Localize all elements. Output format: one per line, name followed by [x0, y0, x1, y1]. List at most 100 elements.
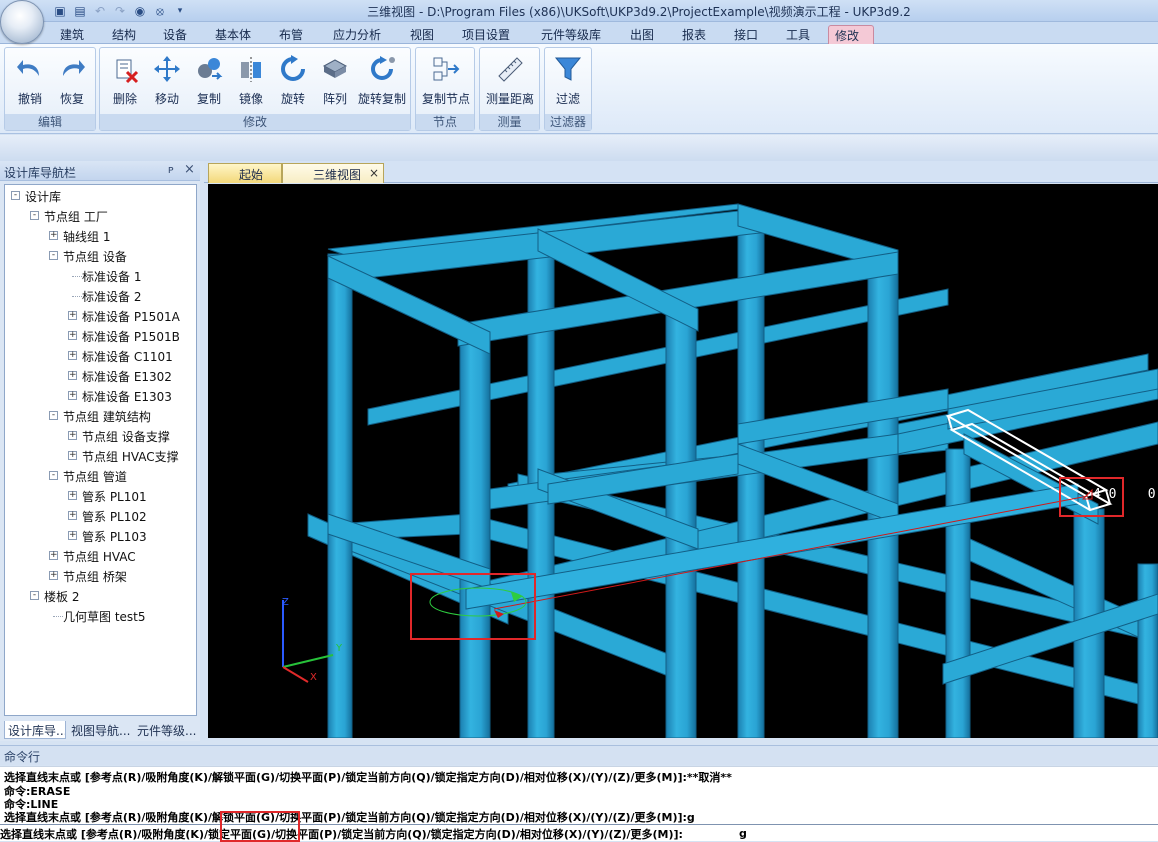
tab-equipment[interactable]: 设备: [157, 25, 193, 44]
expand-icon[interactable]: +: [49, 231, 58, 240]
tree-connector: [53, 616, 63, 617]
expand-icon[interactable]: +: [68, 511, 77, 520]
delete-button[interactable]: 删除: [106, 52, 144, 108]
tree-node[interactable]: + 标准设备 E1303: [5, 387, 195, 405]
tab-stress-analysis[interactable]: 应力分析: [327, 25, 387, 44]
tab-architecture[interactable]: 建筑: [54, 25, 90, 44]
tree-node[interactable]: + 节点组 桥架: [5, 567, 195, 585]
tab-view-navigator[interactable]: 视图导航...: [68, 721, 132, 739]
tree-node[interactable]: + 轴线组 1: [5, 227, 195, 245]
tree-node[interactable]: - 节点组 建筑结构: [5, 407, 195, 425]
3d-viewport[interactable]: Z Y X 4 0 0: [208, 184, 1158, 738]
collapse-icon[interactable]: -: [49, 251, 58, 260]
tree-node[interactable]: + 标准设备 P1501A: [5, 307, 195, 325]
tab-piping[interactable]: 布管: [273, 25, 309, 44]
expand-icon[interactable]: +: [68, 531, 77, 540]
close-icon[interactable]: ×: [369, 166, 379, 180]
tree-node[interactable]: + 节点组 设备支撑: [5, 427, 195, 445]
rotate-copy-button[interactable]: 旋转复制: [358, 52, 406, 108]
command-line-header: 命令行: [0, 745, 1158, 765]
pin-icon[interactable]: ᴩ: [168, 163, 174, 176]
tree-node[interactable]: 几何草图 test5: [5, 607, 195, 625]
copy-node-button[interactable]: 复制节点: [420, 52, 472, 108]
tree-node[interactable]: - 设计库: [5, 187, 195, 205]
expand-icon[interactable]: +: [68, 451, 77, 460]
expand-icon[interactable]: +: [49, 551, 58, 560]
tab-view[interactable]: 视图: [404, 25, 440, 44]
command-line-title: 命令行: [4, 750, 41, 764]
tree-node-label: 节点组 桥架: [63, 570, 127, 584]
tree-node[interactable]: - 楼板 2: [5, 587, 195, 605]
expand-icon[interactable]: +: [68, 351, 77, 360]
group-measure: 测量距离 测量: [479, 47, 540, 131]
tree-node[interactable]: - 节点组 工厂: [5, 207, 195, 225]
document-tabs: 起始页 三维视图×: [204, 161, 1158, 199]
copy-icon: [198, 58, 223, 80]
close-icon[interactable]: ×: [184, 162, 195, 177]
redo-button[interactable]: 恢复: [53, 52, 91, 108]
undo-button[interactable]: 撤销: [11, 52, 49, 108]
expand-icon[interactable]: +: [68, 431, 77, 440]
array-button[interactable]: 阵列: [316, 52, 354, 108]
tree-node-label: 几何草图 test5: [63, 610, 146, 624]
filter-button[interactable]: 过滤: [549, 52, 587, 108]
collapse-icon[interactable]: -: [49, 471, 58, 480]
tree-node-label: 节点组 设备: [63, 250, 127, 264]
tab-primitives[interactable]: 基本体: [209, 25, 257, 44]
axis-x-label: X: [310, 672, 317, 683]
tab-component-library[interactable]: 元件等级库: [535, 25, 607, 44]
tab-project-settings[interactable]: 项目设置: [456, 25, 516, 44]
group-measure-label: 测量: [480, 114, 539, 130]
tree-connector: [72, 276, 82, 277]
tree-node-label: 标准设备 E1303: [82, 390, 172, 404]
tab-drawing[interactable]: 出图: [624, 25, 660, 44]
command-input[interactable]: [737, 825, 1158, 841]
tab-3d-view[interactable]: 三维视图 ×: [282, 163, 384, 183]
tree-node[interactable]: + 标准设备 E1302: [5, 367, 195, 385]
group-node: 复制节点 节点: [415, 47, 475, 131]
tree-node[interactable]: + 管系 PL103: [5, 527, 195, 545]
highlight-box-start: [410, 573, 536, 640]
tab-component-grade[interactable]: 元件等级...: [134, 721, 198, 739]
expand-icon[interactable]: +: [68, 391, 77, 400]
copy-button[interactable]: 复制: [190, 52, 228, 108]
tree-node-label: 标准设备 P1501B: [82, 330, 180, 344]
history-line: 选择直线末点或 [参考点(R)/吸附角度(K)/解锁平面(G)/切换平面(P)/…: [4, 811, 695, 824]
navigator-title: 设计库导航栏: [4, 166, 77, 180]
measure-distance-button[interactable]: 测量距离: [484, 52, 536, 108]
expand-icon[interactable]: +: [68, 491, 77, 500]
collapse-icon[interactable]: -: [49, 411, 58, 420]
tree-node[interactable]: + 节点组 HVAC支撑: [5, 447, 195, 465]
tree-node[interactable]: - 节点组 设备: [5, 247, 195, 265]
tab-modify[interactable]: 修改: [828, 25, 874, 44]
tree-node[interactable]: + 节点组 HVAC: [5, 547, 195, 565]
expand-icon[interactable]: +: [68, 331, 77, 340]
tree-node-label: 节点组 设备支撑: [82, 430, 170, 444]
tab-design-library[interactable]: 设计库导...: [4, 721, 66, 739]
mirror-button[interactable]: 镜像: [232, 52, 270, 108]
collapse-icon[interactable]: -: [30, 211, 39, 220]
tree-node[interactable]: 标准设备 1: [5, 267, 195, 285]
tree-node[interactable]: + 管系 PL101: [5, 487, 195, 505]
move-button[interactable]: 移动: [148, 52, 186, 108]
collapse-icon[interactable]: -: [30, 591, 39, 600]
application-menu-button[interactable]: [0, 0, 44, 44]
tree-node[interactable]: + 标准设备 P1501B: [5, 327, 195, 345]
tree-node-label: 标准设备 2: [82, 290, 142, 304]
tab-start-page[interactable]: 起始页: [208, 163, 282, 199]
tab-reports[interactable]: 报表: [676, 25, 712, 44]
tree-node-label: 轴线组 1: [63, 230, 111, 244]
expand-icon[interactable]: +: [68, 371, 77, 380]
tree-node[interactable]: + 管系 PL102: [5, 507, 195, 525]
tree-node[interactable]: 标准设备 2: [5, 287, 195, 305]
tree-node[interactable]: - 节点组 管道: [5, 467, 195, 485]
rotate-button[interactable]: 旋转: [274, 52, 312, 108]
tab-tools[interactable]: 工具: [780, 25, 816, 44]
tab-structure[interactable]: 结构: [106, 25, 142, 44]
redo-icon: [63, 60, 85, 76]
expand-icon[interactable]: +: [68, 311, 77, 320]
tree-node[interactable]: + 标准设备 C1101: [5, 347, 195, 365]
collapse-icon[interactable]: -: [11, 191, 20, 200]
expand-icon[interactable]: +: [49, 571, 58, 580]
tab-interface[interactable]: 接口: [728, 25, 764, 44]
